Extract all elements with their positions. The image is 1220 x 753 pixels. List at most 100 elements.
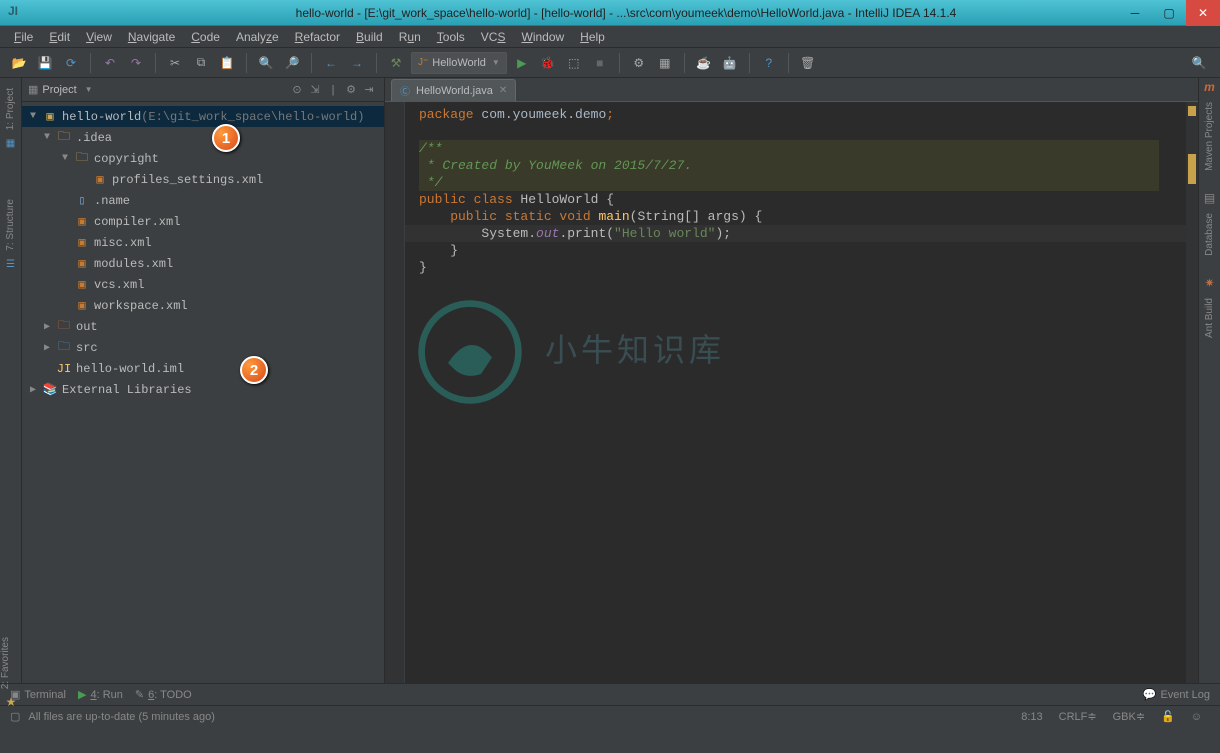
- menu-code[interactable]: Code: [185, 28, 226, 46]
- watermark: 小牛知识库: [415, 297, 725, 407]
- tree-modules-file[interactable]: ▣modules.xml: [22, 253, 384, 274]
- code-content[interactable]: package com.youmeek.demo; /** * Created …: [385, 102, 1198, 276]
- tree-misc-file[interactable]: ▣misc.xml: [22, 232, 384, 253]
- tab-maven[interactable]: Maven Projects: [1204, 96, 1215, 177]
- project-tool-window: ▦ Project ▼ ⊙ ⇲ | ⚙ ⇥ ▼▣ hello-world (E:…: [22, 78, 385, 683]
- menu-build[interactable]: Build: [350, 28, 389, 46]
- cursor-position[interactable]: 8:13: [1013, 711, 1050, 723]
- tab-structure[interactable]: 7: Structure: [5, 193, 16, 257]
- chevron-down-icon: ▼: [492, 58, 500, 67]
- star-icon: ★: [0, 695, 22, 709]
- open-icon[interactable]: 📂: [8, 52, 30, 74]
- menu-file[interactable]: File: [8, 28, 39, 46]
- tree-root[interactable]: ▼▣ hello-world (E:\git_work_space\hello-…: [22, 106, 384, 127]
- editor-gutter[interactable]: [385, 102, 405, 683]
- menu-window[interactable]: Window: [515, 28, 570, 46]
- debug-icon[interactable]: 🐞: [537, 52, 559, 74]
- title-bar: JI hello-world - [E:\git_work_space\hell…: [0, 0, 1220, 26]
- right-tool-gutter: m Maven Projects ▤ Database ✷ Ant Build: [1198, 78, 1220, 683]
- tab-run[interactable]: ▶4: Run: [78, 688, 123, 701]
- collapse-all-icon[interactable]: ⇲: [306, 83, 324, 96]
- java-class-icon: Ⓒ: [400, 83, 410, 98]
- menu-edit[interactable]: Edit: [43, 28, 76, 46]
- left-tool-gutter: 1: Project ▦ 7: Structure ☰: [0, 78, 22, 683]
- tree-src-folder[interactable]: ▶🗀src: [22, 337, 384, 358]
- menu-refactor[interactable]: Refactor: [289, 28, 346, 46]
- minimize-button[interactable]: ─: [1118, 0, 1152, 26]
- settings-icon[interactable]: ⚙: [628, 52, 650, 74]
- tab-favorites[interactable]: 2: Favorites: [0, 631, 11, 695]
- hector-icon[interactable]: ☺: [1183, 711, 1210, 723]
- forward-icon[interactable]: →: [346, 52, 368, 74]
- tree-idea-folder[interactable]: ▼🗀.idea: [22, 127, 384, 148]
- project-structure-icon[interactable]: ▦: [654, 52, 676, 74]
- menu-navigate[interactable]: Navigate: [122, 28, 181, 46]
- tab-todo[interactable]: ✎6: TODO: [135, 688, 192, 701]
- tree-copyright-folder[interactable]: ▼🗀copyright: [22, 148, 384, 169]
- search-everywhere-icon[interactable]: 🔍: [1188, 52, 1210, 74]
- paste-icon[interactable]: 📋: [216, 52, 238, 74]
- save-all-icon[interactable]: 💾: [34, 52, 56, 74]
- window-title: hello-world - [E:\git_work_space\hello-w…: [32, 6, 1220, 20]
- replace-icon[interactable]: 🔎: [281, 52, 303, 74]
- help-icon[interactable]: ?: [758, 52, 780, 74]
- coverage-icon[interactable]: ⬚: [563, 52, 585, 74]
- run-config-selector[interactable]: J⁼ HelloWorld ▼: [411, 52, 507, 74]
- menu-help[interactable]: Help: [574, 28, 611, 46]
- menu-vcs[interactable]: VCS: [475, 28, 512, 46]
- database-icon: ▤: [1204, 191, 1215, 205]
- run-icon[interactable]: ▶: [511, 52, 533, 74]
- code-editor[interactable]: package com.youmeek.demo; /** * Created …: [385, 102, 1198, 683]
- cut-icon[interactable]: ✂: [164, 52, 186, 74]
- tree-workspace-file[interactable]: ▣workspace.xml: [22, 295, 384, 316]
- menu-run[interactable]: Run: [393, 28, 427, 46]
- tree-name-file[interactable]: ▯.name: [22, 190, 384, 211]
- tree-iml-file[interactable]: JIhello-world.iml: [22, 358, 384, 379]
- lock-icon[interactable]: 🔓: [1153, 710, 1183, 723]
- gear-icon[interactable]: ⚙: [342, 83, 360, 96]
- tree-out-folder[interactable]: ▶🗀out: [22, 316, 384, 337]
- tree-profiles-file[interactable]: ▣profiles_settings.xml: [22, 169, 384, 190]
- status-message: All files are up-to-date (5 minutes ago): [28, 711, 214, 723]
- redo-icon[interactable]: ↷: [125, 52, 147, 74]
- close-button[interactable]: ✕: [1186, 0, 1220, 26]
- error-stripe[interactable]: [1186, 102, 1198, 683]
- back-icon[interactable]: ←: [320, 52, 342, 74]
- tree-vcs-file[interactable]: ▣vcs.xml: [22, 274, 384, 295]
- run-config-label: HelloWorld: [432, 57, 486, 69]
- editor-area: Ⓒ HelloWorld.java ✕ package com.youmeek.…: [385, 78, 1198, 683]
- tab-database[interactable]: Database: [1204, 207, 1215, 262]
- sync-icon[interactable]: ⟳: [60, 52, 82, 74]
- project-view-selector[interactable]: ▦ Project ▼: [28, 83, 288, 96]
- undo-icon[interactable]: ↶: [99, 52, 121, 74]
- structure-tab-icon: ☰: [6, 259, 15, 270]
- ant-icon: ✷: [1204, 276, 1214, 290]
- android-icon[interactable]: 🤖: [719, 52, 741, 74]
- stop-icon[interactable]: ■: [589, 52, 611, 74]
- tree-compiler-file[interactable]: ▣compiler.xml: [22, 211, 384, 232]
- tree-external-libs[interactable]: ▶📚External Libraries: [22, 379, 384, 400]
- tool-windows-icon[interactable]: ▢: [10, 710, 20, 723]
- gc-icon[interactable]: 🗑: [797, 52, 819, 74]
- tab-helloworld[interactable]: Ⓒ HelloWorld.java ✕: [391, 79, 516, 101]
- line-separator[interactable]: CRLF≑: [1051, 710, 1105, 723]
- menu-view[interactable]: View: [80, 28, 118, 46]
- maximize-button[interactable]: ▢: [1152, 0, 1186, 26]
- file-encoding[interactable]: GBK≑: [1105, 710, 1153, 723]
- hide-icon[interactable]: ⇥: [360, 83, 378, 96]
- find-icon[interactable]: 🔍: [255, 52, 277, 74]
- tab-close-icon[interactable]: ✕: [499, 85, 507, 96]
- project-tab-icon: ▦: [6, 138, 15, 149]
- build-icon[interactable]: ⚒: [385, 52, 407, 74]
- sdk-icon[interactable]: ☕: [693, 52, 715, 74]
- tab-label: HelloWorld.java: [416, 85, 493, 97]
- java-icon: J⁼: [418, 57, 428, 68]
- tab-ant[interactable]: Ant Build: [1204, 292, 1215, 344]
- event-log-button[interactable]: 💬Event Log: [1143, 688, 1210, 701]
- menu-analyze[interactable]: Analyze: [230, 28, 285, 46]
- project-tree[interactable]: ▼▣ hello-world (E:\git_work_space\hello-…: [22, 102, 384, 404]
- tab-project[interactable]: 1: Project: [5, 82, 16, 136]
- menu-tools[interactable]: Tools: [431, 28, 471, 46]
- scroll-from-source-icon[interactable]: ⊙: [288, 83, 306, 96]
- copy-icon[interactable]: ⧉: [190, 52, 212, 74]
